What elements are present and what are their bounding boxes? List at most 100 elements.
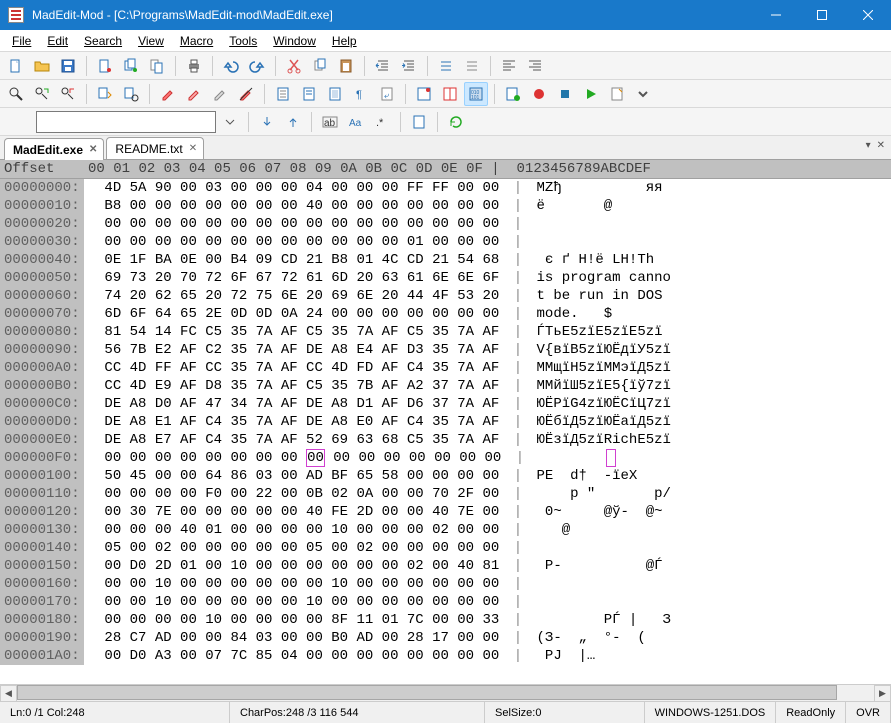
hex-row[interactable]: 00000150: 00 D0 2D 01 00 10 00 00 00 00 …: [0, 557, 891, 575]
hex-ascii[interactable]: V{вїВ5zїЮЁдїУ5zї: [533, 341, 671, 359]
hex-bytes[interactable]: 00 D0 2D 01 00 10 00 00 00 00 00 00 02 0…: [84, 557, 504, 575]
redo-button[interactable]: [245, 54, 269, 78]
hex-ascii[interactable]: Р- @Ѓ: [533, 557, 663, 575]
hex-row[interactable]: 00000090: 56 7B E2 AF C2 35 7A AF DE A8 …: [0, 341, 891, 359]
hex-row[interactable]: 000000B0: CC 4D E9 AF D8 35 7A AF C5 35 …: [0, 377, 891, 395]
menu-edit[interactable]: Edit: [39, 32, 76, 50]
status-readonly[interactable]: ReadOnly: [776, 702, 846, 723]
hex-row[interactable]: 00000060: 74 20 62 65 20 72 75 6E 20 69 …: [0, 287, 891, 305]
hex-bytes[interactable]: 00 00 00 00 10 00 00 00 00 8F 11 01 7C 0…: [84, 611, 504, 629]
hex-bytes[interactable]: 74 20 62 65 20 72 75 6E 20 69 6E 20 44 4…: [84, 287, 504, 305]
search-dropdown-button[interactable]: [218, 110, 242, 134]
column-mode-button[interactable]: [438, 82, 462, 106]
hex-bytes[interactable]: 00 00 00 00 00 00 00 00 00 00 00 00 01 0…: [84, 233, 504, 251]
find-all-button[interactable]: [407, 110, 431, 134]
hex-ascii[interactable]: ЮЁРїG4zїЮЁСїЦ7zї: [533, 395, 671, 413]
hex-bytes[interactable]: CC 4D FF AF CC 35 7A AF CC 4D FD AF C4 3…: [84, 359, 504, 377]
find-button[interactable]: [4, 82, 28, 106]
hex-ascii[interactable]: ММщїН5zїММэїД5zї: [533, 359, 671, 377]
hex-bytes[interactable]: 0E 1F BA 0E 00 B4 09 CD 21 B8 01 4C CD 2…: [84, 251, 504, 269]
hex-ascii[interactable]: ММйїШ5zїЕ5{їў7zї: [533, 377, 671, 395]
hex-bytes[interactable]: 00 00 00 40 01 00 00 00 00 10 00 00 00 0…: [84, 521, 504, 539]
hex-row[interactable]: 000000F0: 00 00 00 00 00 00 00 00 00 00 …: [0, 449, 891, 467]
tab-close-all[interactable]: ✕: [875, 140, 887, 151]
hex-ascii[interactable]: [533, 233, 663, 251]
hex-row[interactable]: 00000110: 00 00 00 00 F0 00 22 00 0B 02 …: [0, 485, 891, 503]
hex-bytes[interactable]: 00 00 00 00 00 00 00 00 00 00 00 00 00 0…: [84, 449, 506, 467]
hex-bytes[interactable]: DE A8 D0 AF 47 34 7A AF DE A8 D1 AF D6 3…: [84, 395, 504, 413]
menu-window[interactable]: Window: [265, 32, 324, 50]
highlight-clear-button[interactable]: [208, 82, 232, 106]
toolbar-overflow-button[interactable]: [631, 82, 655, 106]
find-prev-button[interactable]: [56, 82, 80, 106]
hex-ascii[interactable]: mode. $: [533, 305, 671, 323]
hex-bytes[interactable]: 4D 5A 90 00 03 00 00 00 04 00 00 00 FF F…: [84, 179, 504, 197]
hex-row[interactable]: 00000140: 05 00 02 00 00 00 00 00 05 00 …: [0, 539, 891, 557]
highlight-1-button[interactable]: [156, 82, 180, 106]
hex-bytes[interactable]: 00 00 10 00 00 00 00 00 10 00 00 00 00 0…: [84, 593, 504, 611]
hex-row[interactable]: 00000040: 0E 1F BA 0E 00 B4 09 CD 21 B8 …: [0, 251, 891, 269]
quick-search-input[interactable]: [36, 111, 216, 133]
scroll-left-button[interactable]: ◀: [0, 685, 17, 702]
menu-macro[interactable]: Macro: [172, 32, 221, 50]
tab-madedit-exe[interactable]: MadEdit.exe✕: [4, 138, 104, 160]
whole-word-button[interactable]: ab: [318, 110, 342, 134]
hex-bytes[interactable]: 00 00 00 00 F0 00 22 00 0B 02 0A 00 00 7…: [84, 485, 504, 503]
macro-stop-button[interactable]: [553, 82, 577, 106]
hex-ascii[interactable]: 0~ @ў- @~: [533, 503, 671, 521]
search-down-button[interactable]: [255, 110, 279, 134]
maximize-button[interactable]: [799, 0, 845, 30]
hex-row[interactable]: 00000010: B8 00 00 00 00 00 00 00 40 00 …: [0, 197, 891, 215]
copy-icon-button[interactable]: [308, 54, 332, 78]
hex-row[interactable]: 00000120: 00 30 7E 00 00 00 00 00 40 FE …: [0, 503, 891, 521]
scroll-thumb[interactable]: [17, 685, 837, 700]
hex-bytes[interactable]: 56 7B E2 AF C2 35 7A AF DE A8 E4 AF D3 3…: [84, 341, 504, 359]
hex-ascii[interactable]: р " p/: [533, 485, 680, 503]
hex-bytes[interactable]: 81 54 14 FC C5 35 7A AF C5 35 7A AF C5 3…: [84, 323, 504, 341]
hex-ascii[interactable]: ЮЁзїД5zїRichЕ5zї: [533, 431, 671, 449]
align-right-button[interactable]: [523, 54, 547, 78]
open-file-button[interactable]: [30, 54, 54, 78]
hex-ascii[interactable]: [535, 449, 675, 467]
horizontal-scrollbar[interactable]: ◀ ▶: [0, 684, 891, 701]
tab-close-button[interactable]: ✕: [89, 144, 97, 155]
cut-button[interactable]: [93, 54, 117, 78]
menu-search[interactable]: Search: [76, 32, 130, 50]
hex-bytes[interactable]: 00 00 00 00 00 00 00 00 00 00 00 00 00 0…: [84, 215, 504, 233]
hex-row[interactable]: 000000D0: DE A8 E1 AF C4 35 7A AF DE A8 …: [0, 413, 891, 431]
indent-right-button[interactable]: [397, 54, 421, 78]
hex-bytes[interactable]: 00 00 10 00 00 00 00 00 00 10 00 00 00 0…: [84, 575, 504, 593]
hex-ascii[interactable]: ё @: [533, 197, 671, 215]
hex-ascii[interactable]: ЮЁбїД5zїЮЁаїД5zї: [533, 413, 671, 431]
hex-ascii[interactable]: [533, 215, 671, 233]
highlight-3-button[interactable]: [234, 82, 258, 106]
macro-edit-button[interactable]: [605, 82, 629, 106]
hex-bytes[interactable]: 69 73 20 70 72 6F 67 72 61 6D 20 63 61 6…: [84, 269, 504, 287]
hex-row[interactable]: 00000030: 00 00 00 00 00 00 00 00 00 00 …: [0, 233, 891, 251]
hex-row[interactable]: 000001A0: 00 D0 A3 00 07 7C 85 04 00 00 …: [0, 647, 891, 665]
hex-ascii[interactable]: MZђ яя: [533, 179, 680, 197]
hex-ascii[interactable]: [533, 593, 663, 611]
hex-ascii[interactable]: РЃ | З: [533, 611, 671, 629]
match-case-button[interactable]: Aa: [344, 110, 368, 134]
macro-record-button[interactable]: [527, 82, 551, 106]
paste-button[interactable]: [145, 54, 169, 78]
copy-button[interactable]: [119, 54, 143, 78]
hex-ascii[interactable]: (З- „ °- (: [533, 629, 680, 647]
scroll-right-button[interactable]: ▶: [874, 685, 891, 702]
comment-button[interactable]: [434, 54, 458, 78]
regex-button[interactable]: .*: [370, 110, 394, 134]
hex-ascii[interactable]: @: [533, 521, 663, 539]
hex-body[interactable]: 00000000: 4D 5A 90 00 03 00 00 00 04 00 …: [0, 179, 891, 684]
status-ovr[interactable]: OVR: [846, 702, 891, 723]
hex-bytes[interactable]: 28 C7 AD 00 00 84 03 00 00 B0 AD 00 28 1…: [84, 629, 504, 647]
menu-view[interactable]: View: [130, 32, 172, 50]
status-encoding[interactable]: WINDOWS-1251.DOS: [645, 702, 777, 723]
indent-left-button[interactable]: [371, 54, 395, 78]
undo-button[interactable]: [219, 54, 243, 78]
hex-ascii[interactable]: РJ |…: [533, 647, 663, 665]
hex-mode-button[interactable]: 010101: [464, 82, 488, 106]
macro-run-button[interactable]: [579, 82, 603, 106]
hex-row[interactable]: 00000020: 00 00 00 00 00 00 00 00 00 00 …: [0, 215, 891, 233]
hex-row[interactable]: 00000070: 6D 6F 64 65 2E 0D 0D 0A 24 00 …: [0, 305, 891, 323]
